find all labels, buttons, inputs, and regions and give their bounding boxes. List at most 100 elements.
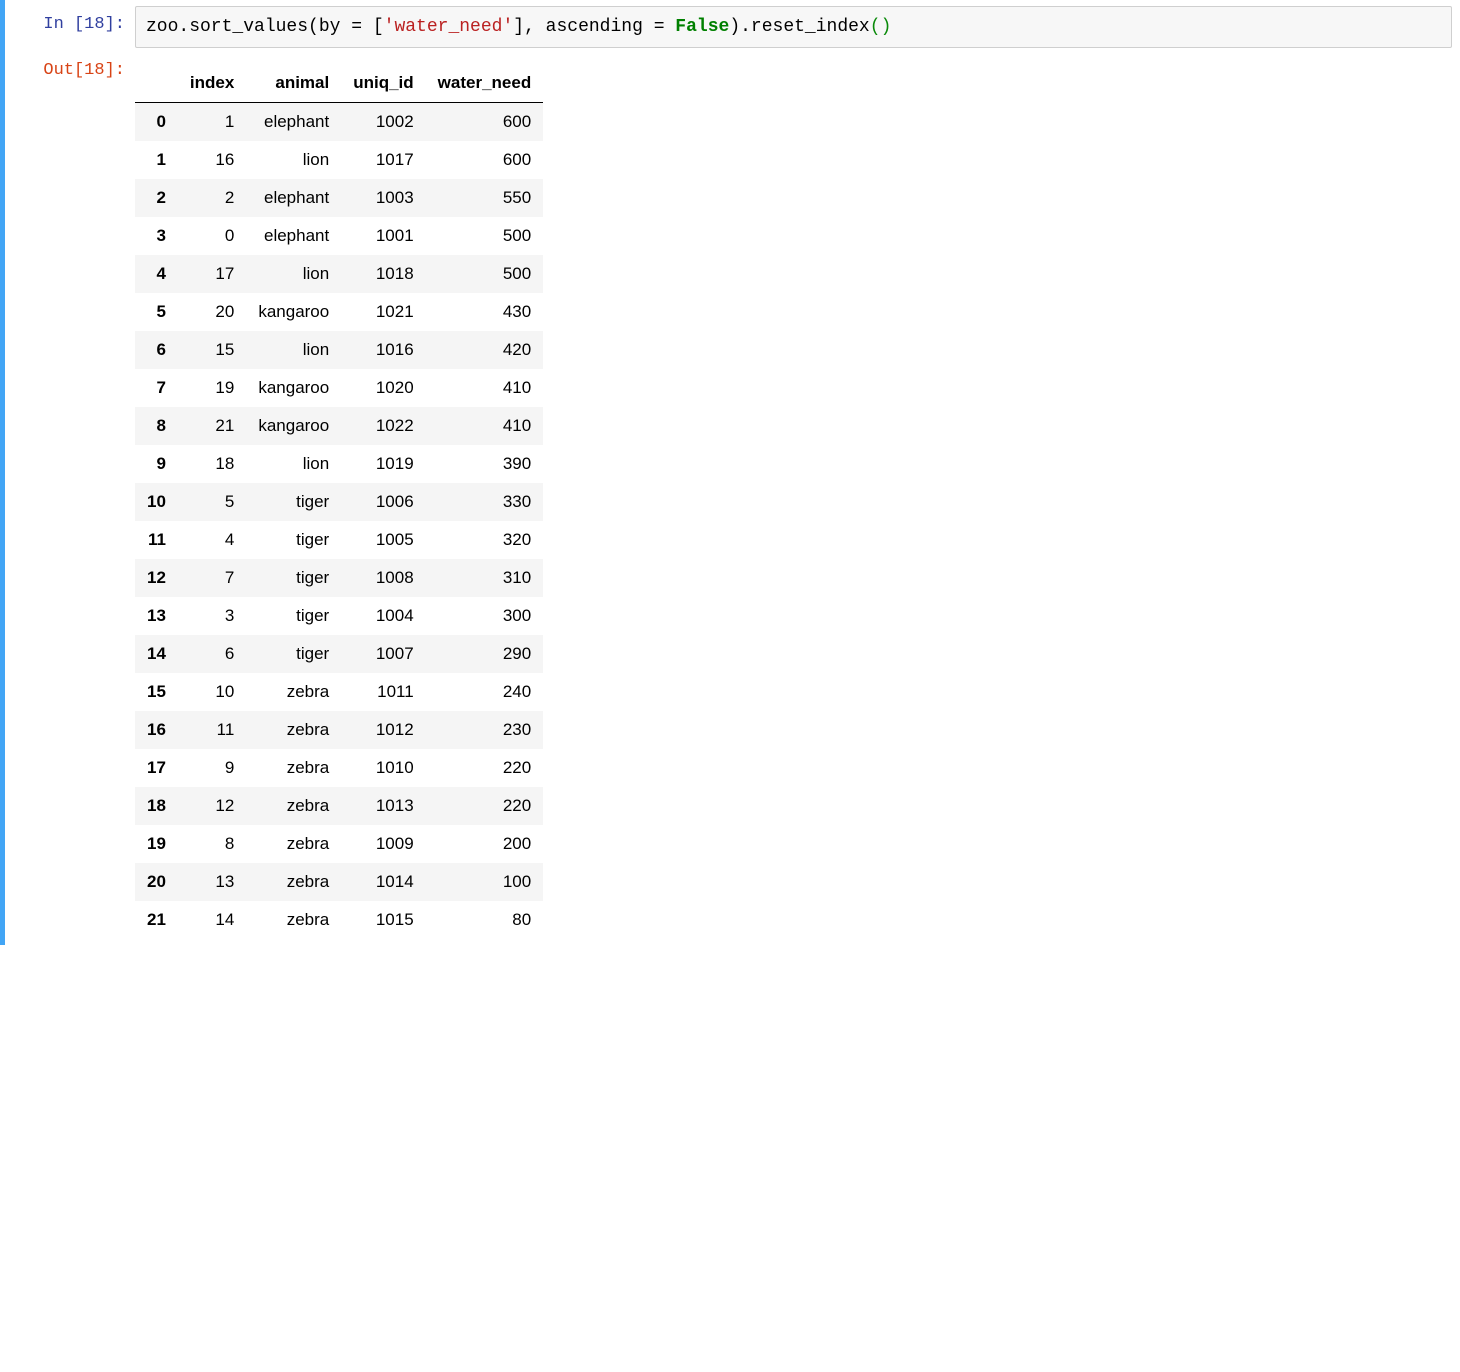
table-row: 417lion1018500 [135, 255, 543, 293]
table-cell: 1006 [341, 483, 425, 521]
table-cell: 1004 [341, 597, 425, 635]
table-row: 1812zebra1013220 [135, 787, 543, 825]
code-token-keyword: False [675, 17, 729, 37]
table-cell: 1013 [341, 787, 425, 825]
table-cell: 1020 [341, 369, 425, 407]
table-row: 719kangaroo1020410 [135, 369, 543, 407]
table-cell: tiger [246, 521, 341, 559]
table-row: 133tiger1004300 [135, 597, 543, 635]
table-row: 2013zebra1014100 [135, 863, 543, 901]
table-cell: 10 [178, 673, 246, 711]
row-index-cell: 20 [135, 863, 178, 901]
row-index-cell: 15 [135, 673, 178, 711]
table-cell: 1001 [341, 217, 425, 255]
table-cell: 1018 [341, 255, 425, 293]
table-cell: 20 [178, 293, 246, 331]
table-row: 1611zebra1012230 [135, 711, 543, 749]
table-row: 615lion1016420 [135, 331, 543, 369]
row-index-cell: 2 [135, 179, 178, 217]
row-index-cell: 4 [135, 255, 178, 293]
table-cell: 330 [426, 483, 544, 521]
table-cell: 6 [178, 635, 246, 673]
code-token: ], ascending = [513, 17, 675, 37]
table-cell: 3 [178, 597, 246, 635]
table-cell: 8 [178, 825, 246, 863]
table-cell: 1005 [341, 521, 425, 559]
row-index-cell: 13 [135, 597, 178, 635]
row-index-cell: 6 [135, 331, 178, 369]
table-cell: lion [246, 331, 341, 369]
table-cell: elephant [246, 179, 341, 217]
row-index-cell: 11 [135, 521, 178, 559]
code-token-paren: ) [881, 17, 892, 37]
table-cell: 9 [178, 749, 246, 787]
table-cell: 430 [426, 293, 544, 331]
code-input[interactable]: zoo.sort_values(by = ['water_need'], asc… [135, 6, 1452, 48]
table-row: 1510zebra1011240 [135, 673, 543, 711]
code-token-paren: ( [870, 17, 881, 37]
table-header-row: index animal uniq_id water_need [135, 64, 543, 103]
row-index-cell: 5 [135, 293, 178, 331]
table-cell: 300 [426, 597, 544, 635]
table-cell: 1017 [341, 141, 425, 179]
table-row: 918lion1019390 [135, 445, 543, 483]
table-cell: zebra [246, 787, 341, 825]
in-prompt-label: In [18]: [5, 14, 125, 36]
row-index-cell: 3 [135, 217, 178, 255]
table-cell: tiger [246, 635, 341, 673]
table-cell: 15 [178, 331, 246, 369]
table-cell: 2 [178, 179, 246, 217]
table-row: 116lion1017600 [135, 141, 543, 179]
table-cell: 1007 [341, 635, 425, 673]
table-cell: 1010 [341, 749, 425, 787]
table-row: 01elephant1002600 [135, 103, 543, 142]
row-index-cell: 8 [135, 407, 178, 445]
table-cell: 14 [178, 901, 246, 939]
table-header-cell: index [178, 64, 246, 103]
table-row: 2114zebra101580 [135, 901, 543, 939]
table-row: 520kangaroo1021430 [135, 293, 543, 331]
prompt-column: In [18]: Out[18]: [5, 6, 135, 939]
table-header-blank [135, 64, 178, 103]
table-cell: 220 [426, 787, 544, 825]
table-cell: 1015 [341, 901, 425, 939]
table-cell: 420 [426, 331, 544, 369]
row-index-cell: 12 [135, 559, 178, 597]
table-cell: 1022 [341, 407, 425, 445]
table-head: index animal uniq_id water_need [135, 64, 543, 103]
table-cell: 17 [178, 255, 246, 293]
table-row: 105tiger1006330 [135, 483, 543, 521]
table-header-cell: uniq_id [341, 64, 425, 103]
table-cell: 18 [178, 445, 246, 483]
table-cell: 230 [426, 711, 544, 749]
table-cell: 1011 [341, 673, 425, 711]
table-row: 114tiger1005320 [135, 521, 543, 559]
table-row: 179zebra1010220 [135, 749, 543, 787]
row-index-cell: 7 [135, 369, 178, 407]
table-cell: zebra [246, 863, 341, 901]
table-cell: 1003 [341, 179, 425, 217]
table-cell: 550 [426, 179, 544, 217]
table-cell: kangaroo [246, 293, 341, 331]
table-cell: 1 [178, 103, 246, 142]
table-cell: 7 [178, 559, 246, 597]
table-cell: kangaroo [246, 369, 341, 407]
table-cell: 16 [178, 141, 246, 179]
table-cell: 21 [178, 407, 246, 445]
table-cell: 240 [426, 673, 544, 711]
row-index-cell: 18 [135, 787, 178, 825]
table-row: 22elephant1003550 [135, 179, 543, 217]
table-row: 146tiger1007290 [135, 635, 543, 673]
table-cell: 1002 [341, 103, 425, 142]
output-area: index animal uniq_id water_need 01elepha… [135, 64, 1452, 939]
table-row: 127tiger1008310 [135, 559, 543, 597]
table-cell: elephant [246, 217, 341, 255]
table-body: 01elephant1002600116lion101760022elephan… [135, 103, 543, 940]
row-index-cell: 1 [135, 141, 178, 179]
table-cell: 1019 [341, 445, 425, 483]
table-cell: tiger [246, 597, 341, 635]
table-cell: zebra [246, 749, 341, 787]
table-cell: 1014 [341, 863, 425, 901]
table-cell: 290 [426, 635, 544, 673]
notebook-cell: In [18]: Out[18]: zoo.sort_values(by = [… [0, 0, 1460, 945]
